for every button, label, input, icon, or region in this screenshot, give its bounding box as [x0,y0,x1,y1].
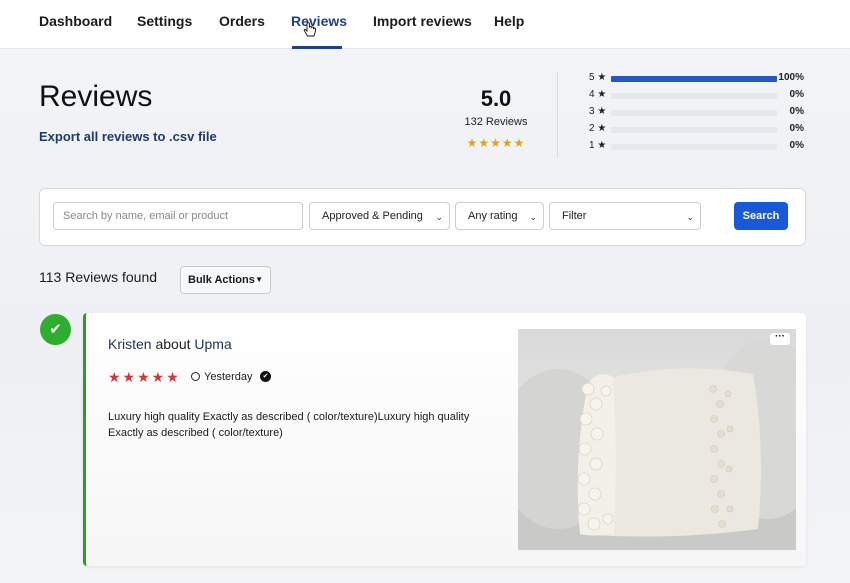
review-stars-icon: ★★★★★ [108,369,181,385]
review-body: Luxury high quality Exactly as described… [108,411,470,439]
rating-row-label: 2 ★ [589,123,607,134]
chevron-down-icon: ⌄ [686,212,694,222]
rating-row-label: 3 ★ [589,106,607,117]
top-nav: Dashboard Settings Orders Reviews Import… [0,0,850,49]
review-date-text: Yesterday [204,371,253,383]
nav-import-reviews[interactable]: Import reviews [373,13,472,29]
rating-bar [611,127,777,133]
search-input[interactable]: Search by name, email or product [53,202,303,230]
about-text: about [155,336,191,352]
rating-row-label: 5 ★ [589,72,607,83]
results-count: 113 Reviews found [39,269,158,285]
review-count: 132 Reviews [464,116,528,128]
search-button[interactable]: Search [734,202,788,230]
average-rating: 5.0 [480,86,512,111]
filter-select-value: Filter [562,210,587,222]
nav-settings[interactable]: Settings [137,13,192,29]
filter-bar: Search by name, email or product Approve… [39,188,806,246]
nav-active-indicator [292,46,342,49]
pillow-image [518,339,796,550]
rating-row-3: 3 ★ 0% [589,106,809,120]
nav-reviews[interactable]: Reviews [291,13,347,29]
rating-row-percent: 0% [789,140,804,151]
product-link[interactable]: Upma [194,336,231,352]
more-options-icon[interactable]: ··· [770,332,790,345]
reviewer-line: Kristen about Upma [108,336,232,352]
export-csv-link[interactable]: Export all reviews to .csv file [39,129,217,144]
reviewer-name[interactable]: Kristen [108,336,152,352]
nav-help[interactable]: Help [494,13,524,29]
rating-bar [611,93,777,99]
rating-select[interactable]: Any rating ⌄ [455,202,544,230]
page-title: Reviews [39,80,153,113]
rating-row-percent: 0% [789,123,804,134]
rating-select-value: Any rating [468,210,518,222]
rating-row-2: 2 ★ 0% [589,123,809,137]
review-photo[interactable] [518,329,796,550]
header-divider [557,72,558,158]
status-select[interactable]: Approved & Pending ⌄ [309,202,450,230]
caret-down-icon: ▼ [255,275,263,284]
rating-row-1: 1 ★ 0% [589,140,809,154]
verified-check-icon: ✔ [260,371,271,382]
rating-row-label: 1 ★ [589,140,607,151]
chevron-down-icon: ⌄ [529,212,537,222]
rating-bar [611,110,777,116]
average-stars-icon: ★★★★★ [466,136,526,150]
hand-cursor-icon [303,22,316,37]
rating-row-percent: 100% [778,72,804,83]
approved-check-icon[interactable]: ✔ [40,314,71,345]
rating-row-4: 4 ★ 0% [589,89,809,103]
rating-row-5: 5 ★ 100% [589,72,809,86]
rating-bar [611,144,777,150]
rating-row-percent: 0% [789,106,804,117]
nav-dashboard[interactable]: Dashboard [39,13,112,29]
review-card: Kristen about Upma ★★★★★ Yesterday ✔ Lux… [83,313,806,566]
rating-bar-fill [611,76,777,82]
clock-icon [191,372,200,381]
bulk-actions-label: Bulk Actions [188,274,255,286]
filter-select[interactable]: Filter ⌄ [549,202,701,230]
rating-bar [611,76,777,82]
bulk-actions-button[interactable]: Bulk Actions ▼ [180,266,271,294]
nav-orders[interactable]: Orders [219,13,265,29]
status-select-value: Approved & Pending [322,210,423,222]
chevron-down-icon: ⌄ [435,212,443,222]
rating-row-label: 4 ★ [589,89,607,100]
review-date: Yesterday [191,371,253,383]
rating-row-percent: 0% [789,89,804,100]
